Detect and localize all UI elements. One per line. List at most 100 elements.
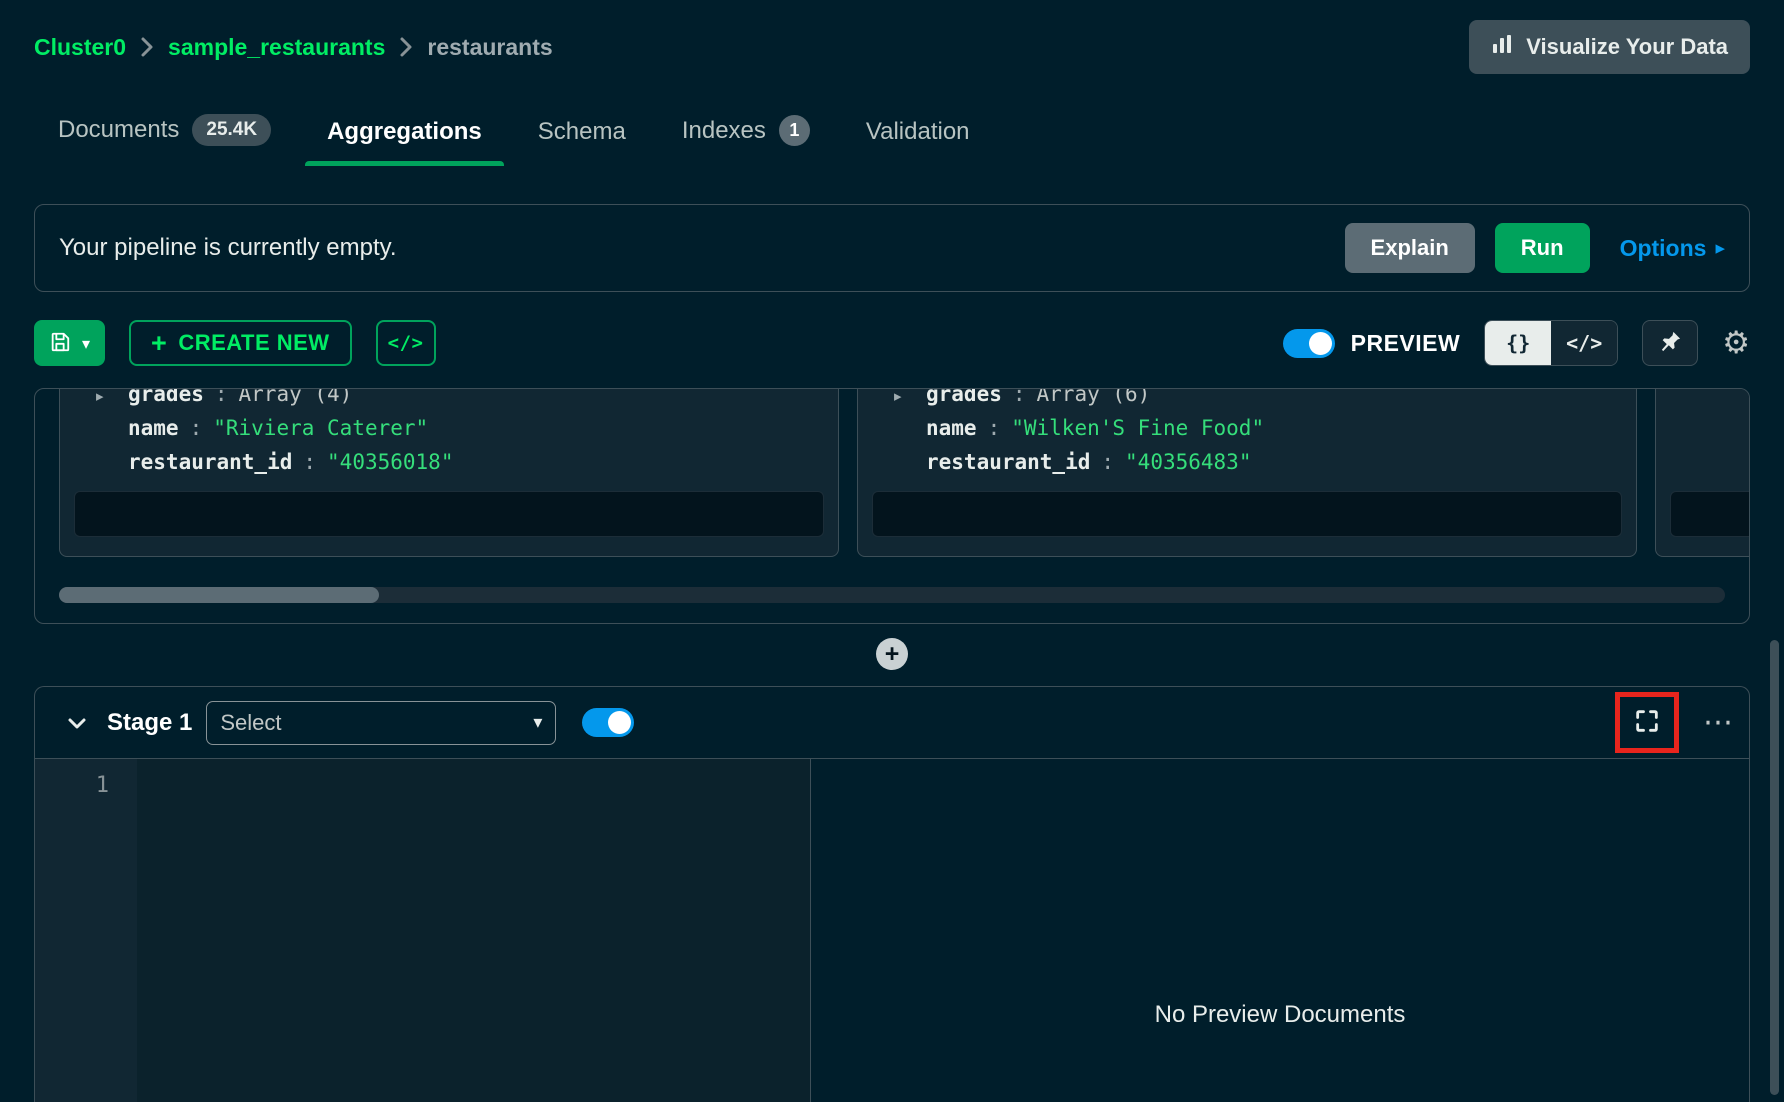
stage-1-header: Stage 1 Select ▾ ⋯ <box>35 687 1749 759</box>
stage-options-ellipsis-icon[interactable]: ⋯ <box>1703 708 1733 738</box>
create-new-label: CREATE NEW <box>178 330 329 356</box>
stage-enabled-toggle[interactable] <box>582 708 634 737</box>
document-card: ▸ grades : Array (4) name : "Riviera Cat… <box>59 388 839 557</box>
no-preview-documents-text: No Preview Documents <box>1155 1001 1406 1029</box>
field-colon: : <box>190 411 203 445</box>
field-line <box>1692 411 1750 445</box>
pipeline-toolbar-left: ▾ + CREATE NEW </> <box>34 320 436 366</box>
breadcrumb-collection: restaurants <box>427 34 552 61</box>
tab-validation-label: Validation <box>866 118 970 146</box>
stage-operator-select-value: Select <box>220 710 281 736</box>
collapse-stage-chevron-down-icon[interactable] <box>65 711 89 735</box>
save-pipeline-button[interactable]: ▾ <box>34 320 105 366</box>
tab-schema-label: Schema <box>538 118 626 146</box>
add-stage-row: + <box>0 638 1784 670</box>
breadcrumb-database[interactable]: sample_restaurants <box>168 34 385 61</box>
select-caret-down-icon: ▾ <box>533 712 542 733</box>
expand-array-icon[interactable]: ▸ <box>894 388 926 413</box>
aggregations-page: Cluster0 sample_restaurants restaurants … <box>0 0 1784 1102</box>
expand-stage-fullscreen-button[interactable] <box>1633 707 1661 738</box>
line-number: 1 <box>96 773 109 798</box>
stage-operator-select[interactable]: Select ▾ <box>206 701 556 745</box>
field-colon: : <box>303 445 316 479</box>
plus-icon: + <box>151 330 167 357</box>
save-icon <box>49 331 71 356</box>
document-card-partial <box>1655 388 1750 557</box>
field-key: grades <box>128 388 204 411</box>
fullscreen-expand-icon <box>1633 707 1661 738</box>
field-key: name <box>128 411 179 445</box>
field-restaurant-id: restaurant_id : "40356018" <box>96 445 838 479</box>
stage-code-editor: 1 <box>35 759 811 1102</box>
field-colon: : <box>1101 445 1114 479</box>
add-stage-button[interactable]: + <box>876 638 908 670</box>
stage-1-panel: Stage 1 Select ▾ ⋯ 1 <box>34 686 1750 1102</box>
document-fields: ▸ grades : Array (4) name : "Riviera Cat… <box>60 388 838 479</box>
options-arrow-icon: ▸ <box>1715 237 1725 259</box>
preview-toggle[interactable] <box>1283 329 1335 358</box>
pipeline-as-text-button[interactable]: </> <box>376 320 436 366</box>
expand-array-icon[interactable]: ▸ <box>96 388 128 413</box>
red-annotation-box <box>1615 692 1679 753</box>
run-button[interactable]: Run <box>1495 223 1590 273</box>
field-value: "40356018" <box>327 445 453 479</box>
explain-button[interactable]: Explain <box>1345 223 1475 273</box>
tab-schema[interactable]: Schema <box>514 104 650 166</box>
code-icon: </> <box>388 332 424 354</box>
preview-horizontal-scrollbar-thumb[interactable] <box>59 587 379 603</box>
breadcrumb-chevron-icon <box>140 36 154 58</box>
pin-icon <box>1659 330 1682 356</box>
indexes-count-badge: 1 <box>779 115 810 146</box>
stage-1-body: 1 No Preview Documents <box>35 759 1749 1102</box>
visualize-your-data-label: Visualize Your Data <box>1526 34 1728 60</box>
document-cards-row: ▸ grades : Array (4) name : "Riviera Cat… <box>59 388 1725 557</box>
stage-title: Stage 1 <box>107 709 192 737</box>
field-key: restaurant_id <box>926 445 1090 479</box>
field-colon: : <box>988 411 1001 445</box>
field-value: Array (6) <box>1037 388 1151 411</box>
text-view-button[interactable]: </> <box>1551 321 1617 365</box>
breadcrumb-chevron-icon <box>399 36 413 58</box>
pipeline-toolbar-right: PREVIEW {} </> ⚙ <box>1283 320 1750 366</box>
tab-indexes[interactable]: Indexes 1 <box>658 101 834 166</box>
field-value: "Wilken'S Fine Food" <box>1011 411 1264 445</box>
save-caret-down-icon: ▾ <box>82 334 90 353</box>
editor-code-area[interactable] <box>137 759 810 1102</box>
settings-gear-icon[interactable]: ⚙ <box>1722 328 1750 359</box>
editor-line-number-gutter: 1 <box>35 759 137 1102</box>
field-name: name : "Riviera Caterer" <box>96 411 838 445</box>
next-document-clipped <box>872 491 1622 537</box>
field-value: "40356483" <box>1125 445 1251 479</box>
pipeline-banner-actions: Explain Run Options ▸ <box>1345 223 1725 273</box>
field-grades: ▸ grades : Array (4) <box>96 388 838 411</box>
breadcrumb-cluster[interactable]: Cluster0 <box>34 34 126 61</box>
field-name: name : "Wilken'S Fine Food" <box>894 411 1636 445</box>
document-view-button[interactable]: {} <box>1485 321 1551 365</box>
stage-preview-pane: No Preview Documents <box>811 759 1749 1102</box>
stage-header-actions: ⋯ <box>1615 692 1733 753</box>
tab-validation[interactable]: Validation <box>842 104 994 166</box>
code-icon: </> <box>1566 331 1602 355</box>
tab-documents-label: Documents <box>58 116 179 144</box>
field-key: restaurant_id <box>128 445 292 479</box>
tab-aggregations-label: Aggregations <box>327 118 482 146</box>
pipeline-banner: Your pipeline is currently empty. Explai… <box>34 204 1750 292</box>
preview-horizontal-scrollbar[interactable] <box>59 587 1725 603</box>
pin-results-button[interactable] <box>1642 320 1698 366</box>
options-label: Options <box>1620 235 1707 262</box>
documents-preview-panel: ▸ grades : Array (4) name : "Riviera Cat… <box>34 388 1750 624</box>
next-document-clipped <box>74 491 824 537</box>
tab-aggregations[interactable]: Aggregations <box>303 104 506 166</box>
page-vertical-scrollbar-thumb[interactable] <box>1770 640 1779 1095</box>
options-link[interactable]: Options ▸ <box>1620 235 1725 262</box>
tab-documents[interactable]: Documents 25.4K <box>34 100 295 166</box>
visualize-your-data-button[interactable]: Visualize Your Data <box>1469 20 1750 74</box>
create-new-button[interactable]: + CREATE NEW <box>129 320 352 366</box>
documents-count-badge: 25.4K <box>192 114 271 146</box>
field-restaurant-id: restaurant_id : "40356483" <box>894 445 1636 479</box>
preview-toggle-label: PREVIEW <box>1351 330 1461 357</box>
document-fields <box>1656 388 1750 479</box>
document-card: ▸ grades : Array (6) name : "Wilken'S Fi… <box>857 388 1637 557</box>
field-grades: ▸ grades : Array (6) <box>894 388 1636 411</box>
field-line <box>1692 388 1750 411</box>
